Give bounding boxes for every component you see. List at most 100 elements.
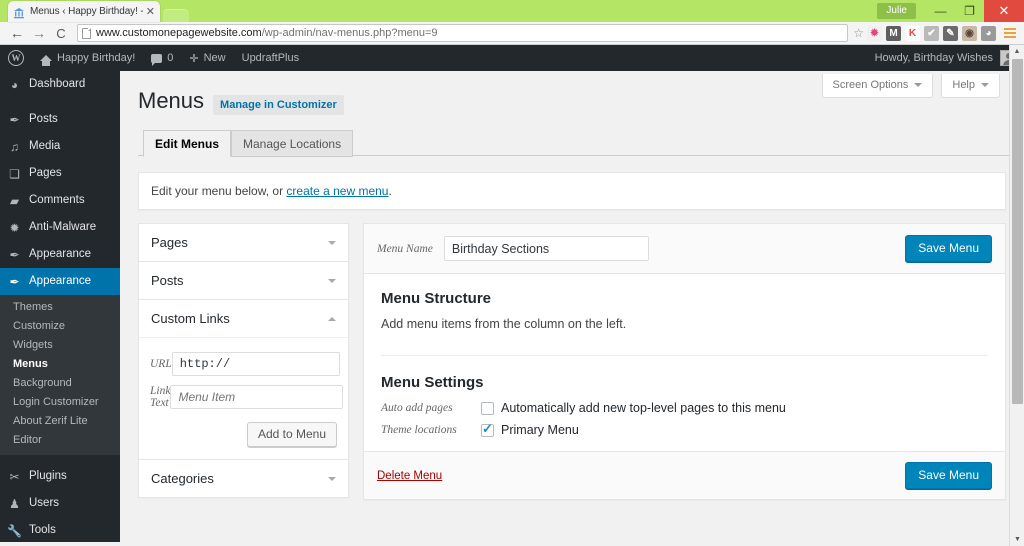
scroll-down-arrow-icon[interactable]: ▼ — [1010, 533, 1024, 546]
admin-content: Screen Options Help Menus Manage in Cust… — [120, 71, 1024, 542]
chevron-down-icon — [914, 82, 923, 91]
auto-add-pages-checkbox[interactable] — [481, 401, 494, 415]
sidebar-item-anti-malware[interactable]: ✹ Anti-Malware — [0, 214, 120, 241]
add-to-menu-button[interactable]: Add to Menu — [246, 422, 337, 447]
mailbox-extension-icon[interactable]: M — [886, 25, 901, 41]
submenu-item-customize[interactable]: Customize — [0, 316, 120, 335]
save-menu-button-bottom[interactable]: Save Menu — [905, 462, 992, 489]
account-menu[interactable]: Howdy, Birthday Wishes — [875, 50, 1024, 66]
checkmark-badge-extension-icon[interactable]: ✔ — [924, 25, 939, 41]
dashboard-icon: ◕ — [10, 77, 19, 92]
create-new-menu-link[interactable]: create a new menu — [286, 184, 388, 198]
bank-favicon-icon — [13, 6, 25, 18]
tab-close-icon[interactable]: ✕ — [143, 5, 155, 18]
tab-edit-menus[interactable]: Edit Menus — [143, 130, 232, 157]
divider — [381, 355, 988, 356]
instagram-extension-icon[interactable]: ◉ — [962, 25, 977, 41]
color-wheel-extension-icon[interactable]: ✹ — [867, 25, 882, 41]
new-content-menu[interactable]: ✛ New — [181, 45, 233, 71]
comments-menu[interactable]: 0 — [143, 45, 181, 71]
browser-profile-chip[interactable]: Julie — [877, 3, 916, 19]
accordion-label: Categories — [151, 471, 214, 486]
sidebar-item-appearance[interactable]: ✒ Appearance — [0, 241, 120, 268]
extension-toolbar: ✹ M K ✔ ✎ ◉ ◕ — [867, 25, 998, 41]
sidebar-item-dashboard[interactable]: ◕ Dashboard — [0, 71, 120, 98]
home-icon — [40, 55, 52, 66]
theme-locations-label: Theme locations — [381, 424, 457, 436]
auto-add-pages-row: Auto add pages Automatically add new top… — [381, 401, 988, 415]
url-label: URL — [150, 358, 172, 370]
delete-menu-link[interactable]: Delete Menu — [377, 470, 442, 482]
browser-tab-title: Menus ‹ Happy Birthday! - — [30, 6, 143, 17]
window-maximize-button[interactable]: ❐ — [955, 0, 984, 22]
plug-icon: ✂ — [9, 469, 20, 484]
evernote-extension-icon[interactable]: ✎ — [943, 25, 958, 41]
window-controls: Julie — ❐ ✕ — [877, 0, 1024, 22]
sidebar-item-label: Comments — [29, 193, 85, 206]
scrollbar-thumb[interactable] — [1012, 59, 1023, 404]
sidebar-item-pages[interactable]: ❏ Pages — [0, 160, 120, 187]
sidebar-item-appearance[interactable]: ✒ Appearance — [0, 268, 120, 295]
page-title-text: Menus — [138, 88, 205, 113]
accordion-panel-custom-links[interactable]: Custom Links — [138, 299, 349, 338]
browser-tab[interactable]: Menus ‹ Happy Birthday! - ✕ — [8, 1, 160, 22]
updraftplus-menu[interactable]: UpdraftPlus — [234, 45, 307, 71]
link-text-input[interactable] — [170, 385, 344, 409]
sidebar-item-comments[interactable]: ▰ Comments — [0, 187, 120, 214]
accordion-label: Custom Links — [151, 311, 230, 326]
plus-icon: ✛ — [189, 52, 199, 65]
accordion-panel-posts[interactable]: Posts — [138, 261, 349, 299]
wordpress-logo-icon: W — [8, 50, 24, 66]
sidebar-item-users[interactable]: ♟ Users — [0, 490, 120, 517]
submenu-item-widgets[interactable]: Widgets — [0, 335, 120, 354]
menu-structure-title: Menu Structure — [381, 290, 492, 307]
menu-edit-panel: Menu Name Save Menu Menu Structure Add m… — [363, 223, 1006, 500]
submenu-item-login-customizer[interactable]: Login Customizer — [0, 392, 120, 411]
chrome-menu-icon[interactable] — [1002, 28, 1018, 38]
primary-menu-checkbox[interactable] — [481, 421, 494, 437]
auto-add-pages-label: Auto add pages — [381, 402, 453, 414]
submenu-item-editor[interactable]: Editor — [0, 430, 120, 449]
submenu-item-about-zerif-lite[interactable]: About Zerif Lite — [0, 411, 120, 430]
howdy-label: Howdy, Birthday Wishes — [874, 52, 993, 64]
manage-in-customizer-button[interactable]: Manage in Customizer — [213, 95, 344, 115]
help-button[interactable]: Help — [941, 74, 1000, 98]
window-minimize-button[interactable]: — — [926, 0, 955, 22]
forward-button-icon[interactable]: → — [28, 25, 50, 41]
sidebar-item-tools[interactable]: 🔧 Tools — [0, 517, 120, 544]
sidebar-item-plugins[interactable]: ✂ Plugins — [0, 463, 120, 490]
save-menu-button-top[interactable]: Save Menu — [905, 235, 992, 262]
chevron-down-icon — [328, 240, 336, 249]
chevron-down-icon — [981, 82, 989, 91]
pin-icon: ✒ — [9, 112, 20, 127]
submenu-item-menus[interactable]: Menus — [0, 354, 120, 373]
address-bar[interactable]: www.customonepagewebsite.com/wp-admin/na… — [77, 24, 849, 42]
menu-structure-description: Add menu items from the column on the le… — [381, 317, 627, 331]
url-input[interactable] — [171, 352, 340, 376]
owl-extension-icon[interactable]: ◕ — [981, 25, 996, 41]
accordion-panel-categories[interactable]: Categories — [138, 459, 349, 498]
sidebar-item-label: Pages — [29, 166, 62, 179]
custom-links-body: URL Link Text Add to Menu — [138, 338, 349, 459]
back-button-icon[interactable]: ← — [6, 25, 28, 41]
sidebar-item-media[interactable]: ♫ Media — [0, 133, 120, 160]
new-tab-button[interactable] — [163, 9, 189, 22]
site-name-menu[interactable]: Happy Birthday! — [32, 45, 143, 71]
page-scrollbar[interactable]: ▲ ▼ — [1009, 45, 1024, 546]
wp-logo-menu[interactable]: W — [0, 45, 32, 71]
window-close-button[interactable]: ✕ — [984, 0, 1024, 22]
accordion-panel-pages[interactable]: Pages — [138, 223, 349, 261]
sidebar-item-label: Posts — [29, 112, 58, 125]
submenu-item-themes[interactable]: Themes — [0, 297, 120, 316]
brush-icon: ✒ — [9, 274, 20, 289]
reload-button-icon[interactable]: C — [50, 26, 72, 41]
screen-options-button[interactable]: Screen Options — [821, 74, 934, 98]
comments-count: 0 — [167, 52, 174, 64]
submenu-item-background[interactable]: Background — [0, 373, 120, 392]
menu-name-input[interactable] — [443, 236, 649, 261]
tab-manage-locations[interactable]: Manage Locations — [231, 130, 354, 157]
sidebar-item-posts[interactable]: ✒ Posts — [0, 106, 120, 133]
scroll-up-arrow-icon[interactable]: ▲ — [1010, 45, 1024, 58]
kami-extension-icon[interactable]: K — [905, 25, 920, 41]
bookmark-star-icon[interactable]: ☆ — [853, 26, 867, 40]
